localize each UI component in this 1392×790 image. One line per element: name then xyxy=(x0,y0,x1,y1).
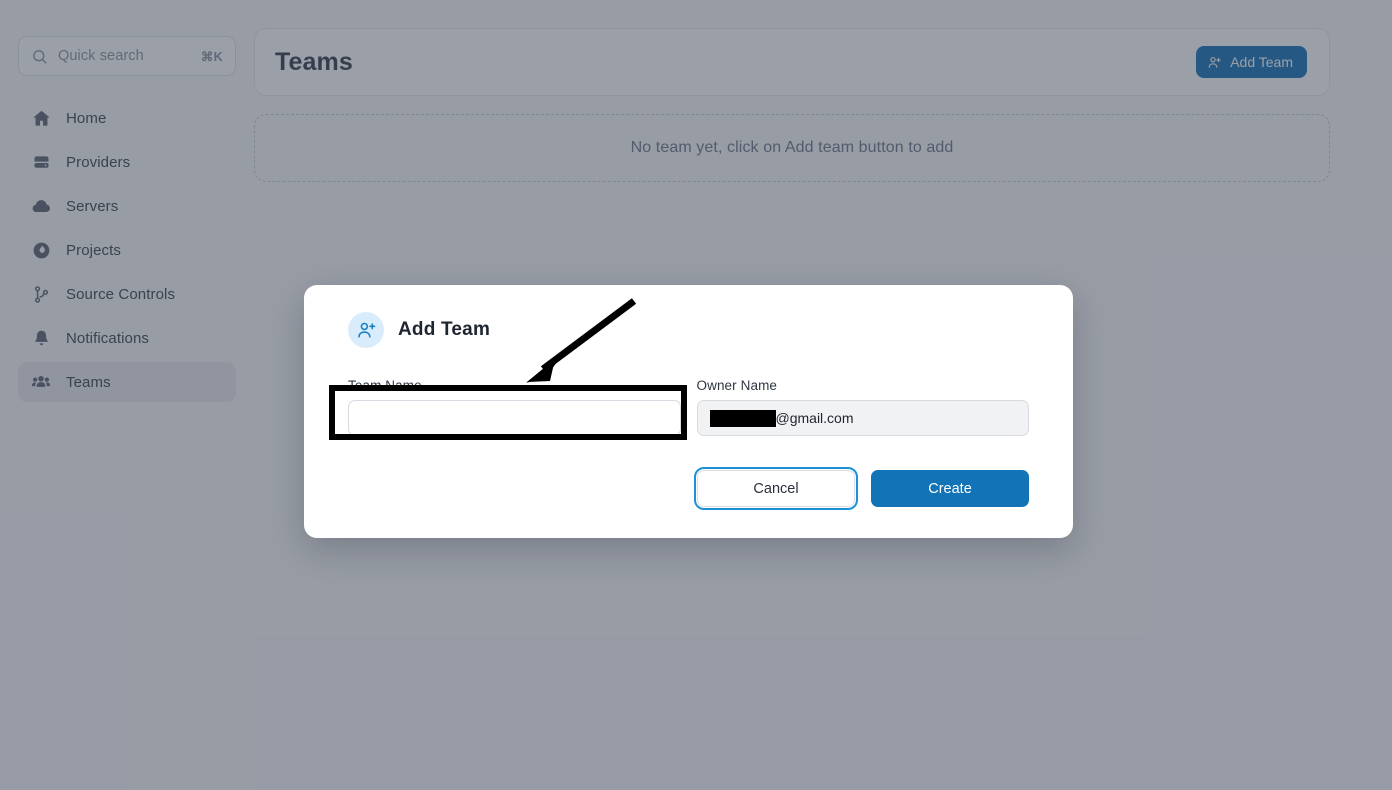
team-name-label: Team Name xyxy=(348,378,422,393)
add-team-dialog: Add Team Team Name Owner Name @gmail.com… xyxy=(304,285,1073,538)
create-button[interactable]: Create xyxy=(871,470,1029,507)
cancel-button[interactable]: Cancel xyxy=(694,467,858,510)
team-name-field-group: Team Name xyxy=(348,378,681,436)
dialog-title: Add Team xyxy=(398,319,491,340)
dialog-actions: Cancel Create xyxy=(348,467,1029,510)
team-name-input[interactable] xyxy=(348,400,681,436)
owner-name-input: @gmail.com xyxy=(696,400,1029,436)
user-plus-icon xyxy=(348,312,384,348)
dialog-fields: Team Name Owner Name @gmail.com xyxy=(348,378,1029,436)
owner-name-label: Owner Name xyxy=(696,378,778,393)
owner-name-field-group: Owner Name @gmail.com xyxy=(696,378,1029,436)
redaction-block xyxy=(709,409,776,427)
owner-email-text: @gmail.com xyxy=(775,410,854,426)
dialog-header: Add Team xyxy=(348,312,1049,348)
